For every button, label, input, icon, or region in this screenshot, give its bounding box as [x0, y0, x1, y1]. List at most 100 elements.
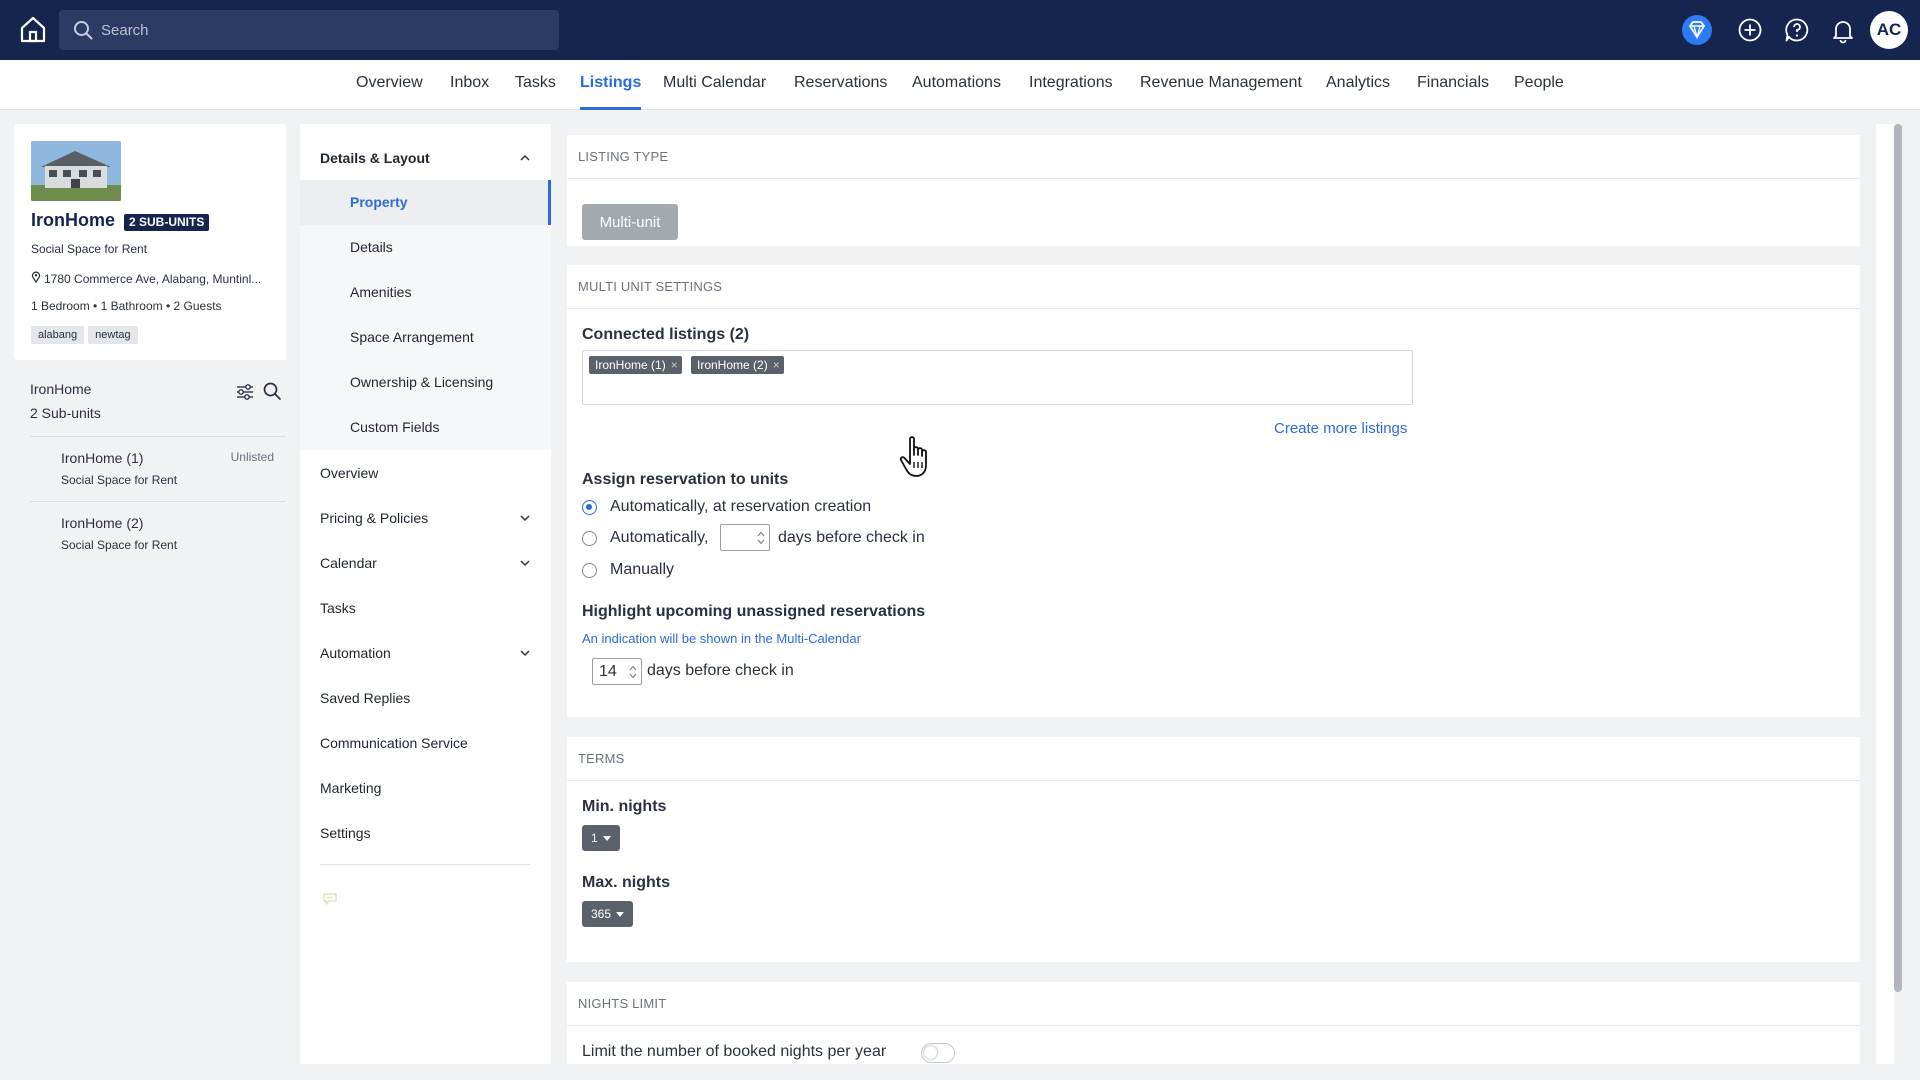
chevron-down-icon	[520, 650, 530, 657]
radio-auto-creation[interactable]	[582, 500, 597, 515]
highlight-hint: An indication will be shown in the Multi…	[582, 631, 861, 646]
section-overview[interactable]: Overview	[300, 451, 551, 496]
max-nights-dropdown[interactable]: 365	[582, 901, 634, 927]
property-specs: 1 Bedroom • 1 Bathroom • 2 Guests	[31, 299, 222, 313]
sub-unit-item[interactable]: IronHome (1) Social Space for Rent Unlis…	[30, 438, 286, 502]
hand-cursor-icon	[899, 436, 927, 477]
chip-label: IronHome (1)	[595, 358, 666, 372]
section-pricing-policies-label: Pricing & Policies	[320, 510, 429, 526]
radio-manual-label: Manually	[610, 561, 675, 578]
nav-overview[interactable]: Overview	[356, 60, 423, 110]
nights-limit-toggle[interactable]	[921, 1043, 955, 1063]
section-settings-label: Settings	[320, 825, 371, 841]
property-card: IronHome 2 SUB-UNITS Social Space for Re…	[14, 124, 286, 360]
chat-bubble-icon[interactable]	[322, 892, 338, 906]
highlight-days-input[interactable]: 14	[592, 658, 642, 685]
tag-newtag[interactable]: newtag	[88, 326, 138, 344]
section-space-arrangement[interactable]: Space Arrangement	[300, 315, 551, 360]
section-saved-replies[interactable]: Saved Replies	[300, 676, 551, 721]
bathrooms: 1 Bathroom	[100, 299, 163, 313]
max-nights-value: 365	[591, 907, 612, 921]
property-tags: alabang newtag	[31, 325, 142, 344]
section-property[interactable]: Property	[300, 180, 551, 225]
section-automation[interactable]: Automation	[300, 631, 551, 676]
assign-reservation-label: Assign reservation to units	[582, 471, 789, 488]
connected-listings-label: Connected listings (2)	[582, 326, 750, 343]
create-more-listings-link[interactable]: Create more listings	[1274, 420, 1407, 437]
user-avatar[interactable]: AC	[1870, 11, 1908, 49]
upgrade-button[interactable]	[1682, 15, 1712, 45]
terms-header: TERMS	[567, 737, 1860, 781]
stepper-arrows-icon[interactable]	[757, 530, 765, 546]
listing-type-panel: LISTING TYPE Multi-unit	[567, 135, 1860, 246]
multi-unit-settings-header-text: MULTI UNIT SETTINGS	[578, 279, 723, 294]
nav-revenue-management[interactable]: Revenue Management	[1140, 60, 1302, 110]
search-icon[interactable]	[262, 381, 282, 401]
section-marketing[interactable]: Marketing	[300, 766, 551, 811]
section-calendar-label: Calendar	[320, 555, 377, 571]
nav-multi-calendar[interactable]: Multi Calendar	[663, 60, 766, 110]
radio-auto-days-prefix: Automatically,	[610, 529, 709, 546]
listing-type-header-text: LISTING TYPE	[578, 149, 669, 164]
bell-icon[interactable]	[1828, 15, 1858, 45]
nav-analytics[interactable]: Analytics	[1326, 60, 1390, 110]
filter-sliders-icon[interactable]	[235, 382, 255, 402]
chip-remove-icon[interactable]: ×	[671, 356, 678, 374]
auto-days-input[interactable]	[720, 524, 770, 551]
max-nights-label: Max. nights	[582, 874, 671, 891]
section-ownership-licensing[interactable]: Ownership & Licensing	[300, 360, 551, 405]
nav-integrations[interactable]: Integrations	[1029, 60, 1113, 110]
multi-unit-button[interactable]: Multi-unit	[582, 204, 678, 240]
nav-reservations[interactable]: Reservations	[794, 60, 887, 110]
property-name[interactable]: IronHome	[31, 210, 115, 231]
property-address: 1780 Commerce Ave, Alabang, Muntinl...	[31, 271, 279, 286]
help-chat-icon[interactable]	[1782, 15, 1812, 45]
nav-people[interactable]: People	[1514, 60, 1564, 110]
terms-panel: TERMS Min. nights 1 Max. nights 365	[567, 737, 1860, 962]
min-nights-dropdown[interactable]: 1	[582, 825, 621, 851]
highlight-days-suffix: days before check in	[647, 662, 794, 679]
connected-listings-input[interactable]: IronHome (1) × IronHome (2) ×	[582, 350, 1413, 405]
stepper-arrows-icon[interactable]	[629, 664, 637, 680]
main-nav: Overview Inbox Tasks Listings Multi Cale…	[0, 60, 1920, 110]
section-amenities[interactable]: Amenities	[300, 270, 551, 315]
section-details[interactable]: Details	[300, 225, 551, 270]
home-icon[interactable]	[18, 14, 48, 44]
search-input[interactable]	[101, 10, 541, 50]
top-bar: AC	[0, 0, 1920, 60]
section-communication-service[interactable]: Communication Service	[300, 721, 551, 766]
section-tasks[interactable]: Tasks	[300, 586, 551, 631]
radio-manual[interactable]	[582, 563, 597, 578]
chevron-down-icon	[520, 560, 530, 567]
section-tasks-label: Tasks	[320, 600, 356, 616]
min-nights-label: Min. nights	[582, 798, 667, 815]
listing-section-nav: Details & Layout Property Details Amenit…	[300, 124, 551, 1064]
sub-units-header: IronHome 2 Sub-units	[30, 381, 286, 437]
nav-financials[interactable]: Financials	[1417, 60, 1489, 110]
chip-remove-icon[interactable]: ×	[773, 356, 780, 374]
add-icon[interactable]	[1735, 15, 1765, 45]
chip-ironhome-2: IronHome (2) ×	[691, 356, 784, 374]
global-search[interactable]	[59, 10, 559, 50]
nav-listings[interactable]: Listings	[580, 60, 642, 110]
nav-inbox[interactable]: Inbox	[450, 60, 489, 110]
section-divider	[320, 864, 530, 865]
diamond-icon	[1689, 21, 1705, 40]
section-overview-label: Overview	[320, 465, 379, 481]
tag-alabang[interactable]: alabang	[31, 326, 85, 344]
search-icon	[74, 21, 93, 40]
section-settings[interactable]: Settings	[300, 811, 551, 856]
nav-tasks[interactable]: Tasks	[515, 60, 556, 110]
nav-automations[interactable]: Automations	[912, 60, 1001, 110]
highlight-unassigned-label: Highlight upcoming unassigned reservatio…	[582, 603, 926, 620]
sub-unit-item[interactable]: IronHome (2) Social Space for Rent	[30, 503, 286, 567]
sub-units-title: IronHome	[30, 381, 92, 397]
section-pricing-policies[interactable]: Pricing & Policies	[300, 496, 551, 541]
content-scroll-track	[1876, 124, 1894, 1064]
section-saved-replies-label: Saved Replies	[320, 690, 411, 706]
section-custom-fields[interactable]: Custom Fields	[300, 405, 551, 450]
section-calendar[interactable]: Calendar	[300, 541, 551, 586]
section-details-layout[interactable]: Details & Layout	[300, 124, 551, 180]
content-scrollbar[interactable]	[1894, 124, 1902, 992]
radio-auto-days[interactable]	[582, 531, 597, 546]
